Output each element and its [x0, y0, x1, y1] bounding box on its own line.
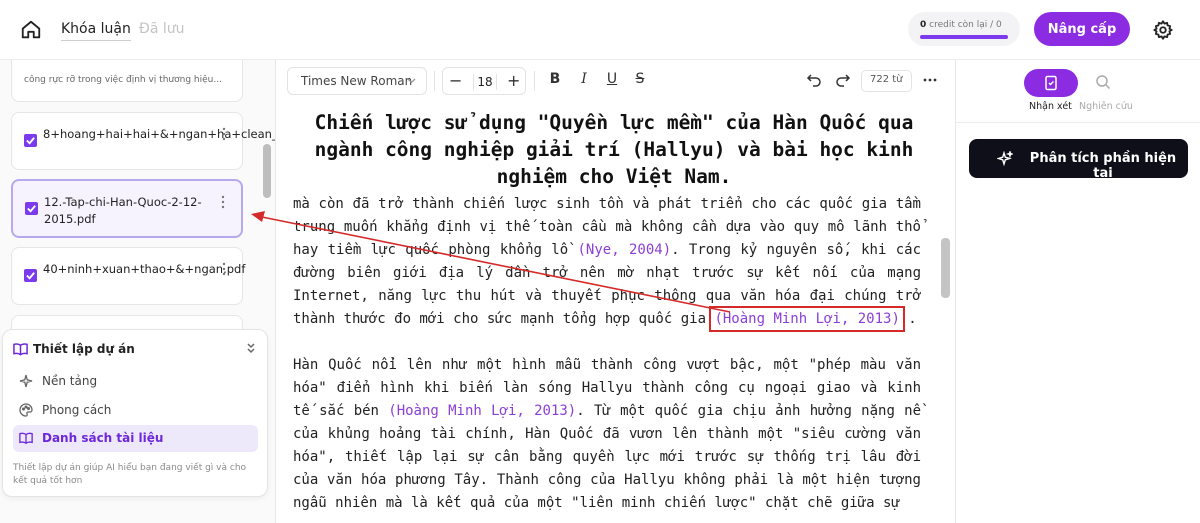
document-list-scrollbar[interactable] [263, 144, 271, 198]
upgrade-button[interactable]: Nâng cấp [1034, 12, 1130, 46]
setup-item-label: Nền tảng [42, 374, 98, 388]
check-icon [26, 272, 35, 280]
document-card[interactable]: 8+hoang+hai+hai+&+ngan+ha+clean_OK.pdf [11, 112, 275, 170]
citation-link[interactable]: (Hoàng Minh Lợi, 2013) [388, 403, 576, 419]
divider [956, 122, 1200, 123]
document-checkbox[interactable] [24, 134, 37, 147]
project-setup-description: Thiết lập dự án giúp AI hiểu bạn đang vi… [13, 463, 247, 486]
document-editor[interactable]: mà còn đã trở thành chiến lược sinh tồn … [277, 102, 955, 523]
credit-progress-bar [920, 35, 1008, 39]
more-options-icon[interactable] [222, 127, 226, 141]
setup-item-foundation[interactable]: Nền tảng [13, 368, 258, 395]
underline-button[interactable]: U [604, 71, 620, 87]
tab-comments[interactable] [1024, 69, 1078, 97]
document-scrollbar[interactable] [941, 238, 950, 298]
document-snippet: công rực rỡ trong việc định vị thương hi… [24, 75, 222, 85]
gear-icon[interactable] [1152, 19, 1174, 41]
credit-total: / 0 [990, 20, 1002, 30]
credit-label: credit còn lại [929, 20, 988, 30]
setup-item-document-list[interactable]: Danh sách tài liệu [13, 425, 258, 452]
document-checkbox[interactable] [24, 269, 37, 282]
decrease-font-size-button[interactable]: − [449, 71, 462, 90]
check-icon [27, 205, 36, 213]
increase-font-size-button[interactable]: + [507, 71, 520, 90]
chevron-down-icon [407, 78, 416, 84]
bold-button[interactable]: B [547, 71, 563, 87]
font-family-select[interactable]: Times New Roman [287, 67, 427, 95]
tab-research-label[interactable]: Nghiên cứu [1079, 101, 1133, 112]
comment-document-icon [1045, 75, 1057, 91]
toolbar-divider [434, 71, 435, 91]
document-card-selected[interactable]: 12.-Tap-chi-Han-Quoc-2-12-2015.pdf [11, 179, 243, 238]
palette-icon [19, 403, 33, 417]
font-size-value[interactable]: 18 [473, 74, 497, 90]
editor-toolbar: Times New Roman − 18 + B I U S 722 từ [277, 60, 955, 102]
sparkle-icon [19, 374, 33, 388]
right-panel: Nhận xét Nghiên cứu Phân tích phần hiện … [955, 60, 1200, 523]
more-options-icon[interactable] [221, 195, 225, 209]
more-options-icon[interactable] [222, 262, 226, 276]
credit-value: 0 [920, 20, 927, 30]
more-horizontal-icon[interactable] [923, 78, 937, 82]
check-icon [26, 137, 35, 145]
tab-saved[interactable]: Đã lưu [139, 21, 185, 37]
credit-indicator: 0 credit còn lại / 0 [908, 12, 1020, 46]
italic-button[interactable]: I [576, 71, 592, 87]
paragraph: Hàn Quốc nổi lên như một hình mẫu thành … [293, 357, 922, 511]
book-open-icon [19, 432, 33, 445]
document-name: 12.-Tap-chi-Han-Quoc-2-12-2015.pdf [44, 195, 202, 226]
highlighted-citation[interactable]: (Hoàng Minh Lợi, 2013) [709, 306, 905, 332]
analyze-button-label: Phân tích phần hiện tại [1029, 151, 1177, 181]
document-name: 8+hoang+hai+hai+&+ngan+ha+clean_OK.pdf [43, 127, 275, 141]
document-title: Chiến lược sử dụng "Quyền lực mềm" của H… [291, 109, 937, 190]
paragraph: mà còn đã trở thành chiến lược sinh tồn … [293, 196, 921, 332]
setup-item-label: Danh sách tài liệu [42, 431, 164, 445]
project-setup-panel: Thiết lập dự án Nền tảng Phong cách Danh… [2, 329, 268, 497]
book-icon [13, 343, 28, 356]
document-name: 40+ninh+xuan+thao+&+ngan.pdf [43, 262, 246, 276]
setup-item-style[interactable]: Phong cách [13, 397, 258, 424]
top-bar: Khóa luận Đã lưu 0 credit còn lại / 0 Nâ… [0, 0, 1200, 60]
document-card[interactable]: 40+ninh+xuan+thao+&+ngan.pdf [11, 247, 246, 305]
left-panel: công rực rỡ trong việc định vị thương hi… [0, 60, 276, 523]
tab-thesis[interactable]: Khóa luận [61, 21, 131, 41]
project-setup-title: Thiết lập dự án [33, 342, 135, 356]
tab-comments-label[interactable]: Nhận xét [1029, 101, 1072, 112]
redo-icon[interactable] [835, 72, 851, 88]
citation-link[interactable]: (Nye, 2004) [578, 242, 672, 258]
font-size-stepper: − 18 + [442, 67, 526, 95]
font-family-value: Times New Roman [301, 74, 413, 88]
setup-item-label: Phong cách [42, 403, 112, 417]
search-icon[interactable] [1095, 74, 1111, 90]
home-icon[interactable] [20, 19, 42, 41]
document-body[interactable]: mà còn đã trở thành chiến lược sinh tồn … [293, 193, 921, 523]
document-checkbox[interactable] [25, 202, 38, 215]
strikethrough-button[interactable]: S [632, 71, 648, 87]
undo-icon[interactable] [806, 72, 822, 88]
chevrons-collapse-icon[interactable] [245, 342, 257, 354]
toolbar-divider [534, 71, 535, 91]
analyze-current-section-button[interactable]: Phân tích phần hiện tại [969, 139, 1188, 181]
word-count-badge: 722 từ [861, 70, 912, 92]
document-card-partial[interactable]: công rực rỡ trong việc định vị thương hi… [11, 60, 243, 102]
sparkles-icon [997, 151, 1013, 167]
